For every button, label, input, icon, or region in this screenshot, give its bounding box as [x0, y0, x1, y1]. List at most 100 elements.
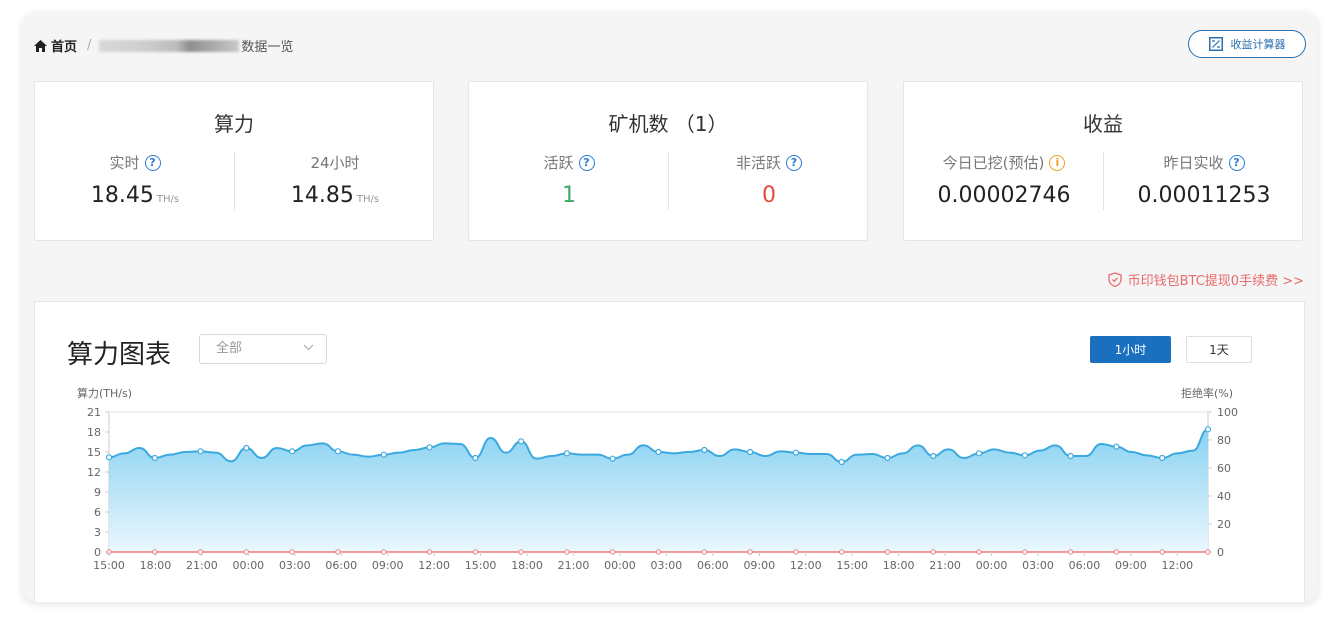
- breadcrumb-home-link[interactable]: 首页: [51, 36, 77, 55]
- x-tick-label: 09:00: [1115, 559, 1147, 572]
- card-title: 算力: [214, 112, 254, 136]
- x-tick-label: 09:00: [743, 559, 775, 572]
- info-icon[interactable]: i: [1049, 154, 1066, 171]
- stat-label: 非活跃: [735, 154, 781, 172]
- hashrate-point: [426, 444, 433, 451]
- hashrate-point: [930, 452, 937, 460]
- stat-label: 实时: [109, 154, 140, 172]
- reject-rate-point: [838, 549, 845, 555]
- reject-rate-point: [930, 549, 936, 555]
- x-tick-label: 15:00: [93, 559, 125, 572]
- hashrate-point: [472, 454, 479, 462]
- hashrate-point: [380, 451, 387, 458]
- reject-rate-point: [610, 549, 616, 555]
- hashrate-point: [1113, 443, 1120, 450]
- stat-value: 0.00011253: [1137, 183, 1271, 208]
- profit-calculator-button[interactable]: 收益计算器: [1188, 30, 1306, 58]
- y2-tick-label: 0: [1217, 546, 1224, 559]
- y-tick-label: 21: [87, 406, 101, 419]
- help-icon[interactable]: ?: [144, 154, 161, 171]
- redacted-account-name: [99, 39, 240, 52]
- reject-rate-point: [655, 549, 662, 555]
- x-tick-label: 06:00: [697, 559, 729, 572]
- x-tick-label: 12:00: [1161, 559, 1193, 572]
- hashrate-point: [289, 448, 296, 455]
- app-window: 首页 / 数据一览 收益计算器 算力 实时 ? 18.45 TH/s 24小时 …: [22, 12, 1318, 602]
- hashrate-point: [197, 448, 204, 455]
- card-title: 矿机数 （1）: [608, 112, 728, 136]
- reject-rate-point: [1022, 549, 1028, 555]
- stat-value: 1: [562, 183, 576, 208]
- hashrate-point: [1067, 452, 1074, 460]
- reject-rate-point: [518, 549, 524, 555]
- help-icon[interactable]: ?: [1228, 154, 1245, 171]
- hashrate-point: [1021, 452, 1028, 459]
- hashrate-point: [792, 449, 799, 456]
- reject-rate-point: [335, 549, 341, 555]
- x-tick-label: 00:00: [604, 559, 636, 572]
- yesterday-earnings: 昨日实收 ? 0.00011253: [1104, 152, 1304, 208]
- x-tick-label: 21:00: [558, 559, 590, 572]
- reject-rate-point: [289, 549, 295, 555]
- reject-rate-point: [426, 549, 433, 555]
- hashrate-point: [563, 450, 571, 457]
- miners-card: 矿机数 （1） 活跃 ? 1 非活跃 ? 0: [468, 81, 868, 241]
- breadcrumb: 首页 / 数据一览: [34, 36, 293, 55]
- x-tick-label: 15:00: [465, 559, 497, 572]
- hashrate-point: [838, 458, 845, 466]
- active-miners: 活跃 ? 1: [469, 152, 669, 208]
- reject-rate-point: [884, 549, 891, 555]
- reject-rate-point: [1159, 549, 1165, 555]
- x-tick-label: 00:00: [976, 559, 1008, 572]
- y2-tick-label: 40: [1217, 490, 1231, 503]
- help-icon[interactable]: ?: [578, 154, 595, 171]
- x-tick-label: 03:00: [651, 559, 683, 572]
- promo-text: 币印钱包BTC提现0手续费 >>: [1127, 274, 1304, 289]
- x-tick-label: 03:00: [1022, 559, 1054, 572]
- wallet-promo-link[interactable]: 币印钱包BTC提现0手续费 >>: [1107, 270, 1304, 289]
- reject-rate-point: [564, 549, 570, 555]
- x-tick-label: 21:00: [929, 559, 961, 572]
- shield-icon: [1107, 272, 1122, 287]
- hashrate-point: [655, 448, 662, 456]
- hashrate-point: [1204, 426, 1212, 433]
- stat-value: 18.45: [90, 183, 154, 208]
- y-tick-label: 0: [94, 546, 101, 559]
- profit-calculator-label: 收益计算器: [1230, 38, 1286, 51]
- inactive-miners: 非活跃 ? 0: [669, 152, 869, 208]
- earnings-card: 收益 今日已挖(预估) i 0.00002746 昨日实收 ? 0.000112…: [903, 81, 1303, 241]
- hashrate-point: [1159, 454, 1166, 462]
- reject-rate-point: [472, 549, 479, 555]
- stat-label: 活跃: [543, 154, 574, 172]
- hashrate-card: 算力 实时 ? 18.45 TH/s 24小时 14.85 TH/s: [34, 81, 434, 241]
- stat-unit: TH/s: [356, 194, 380, 205]
- reject-rate-point: [152, 549, 158, 555]
- x-tick-label: 12:00: [790, 559, 822, 572]
- x-tick-label: 00:00: [232, 559, 264, 572]
- reject-rate-point: [381, 549, 387, 555]
- x-tick-label: 03:00: [279, 559, 311, 572]
- hashrate-point: [334, 448, 342, 455]
- hashrate-point: [105, 454, 113, 461]
- hashrate-point: [609, 455, 616, 462]
- stat-value: 0: [762, 183, 776, 208]
- y-tick-label: 6: [94, 506, 101, 519]
- y2-tick-label: 60: [1217, 462, 1231, 475]
- reject-rate-point: [701, 549, 707, 555]
- y-tick-label: 3: [94, 526, 101, 539]
- y-tick-label: 12: [87, 466, 101, 479]
- hashrate-point: [243, 444, 250, 452]
- hashrate-chart: 0 3 6 9 12 15 18 21 0 20 40 60 80 100 15:00 18:00 21:00 0…: [87, 406, 1238, 572]
- card-title: 收益: [1083, 112, 1123, 136]
- y-tick-label: 15: [87, 446, 101, 459]
- hashrate-point: [975, 450, 983, 457]
- stat-unit: TH/s: [156, 194, 180, 205]
- y-tick-label: 9: [94, 486, 101, 499]
- stat-label: 24小时: [310, 154, 360, 172]
- calculator-icon: [1208, 37, 1223, 51]
- breadcrumb-current-page: 数据一览: [241, 40, 294, 55]
- y-tick-label: 18: [87, 426, 101, 439]
- x-tick-label: 09:00: [372, 559, 404, 572]
- help-icon[interactable]: ?: [786, 154, 802, 171]
- day-hashrate: 24小时 14.85 TH/s: [235, 152, 435, 208]
